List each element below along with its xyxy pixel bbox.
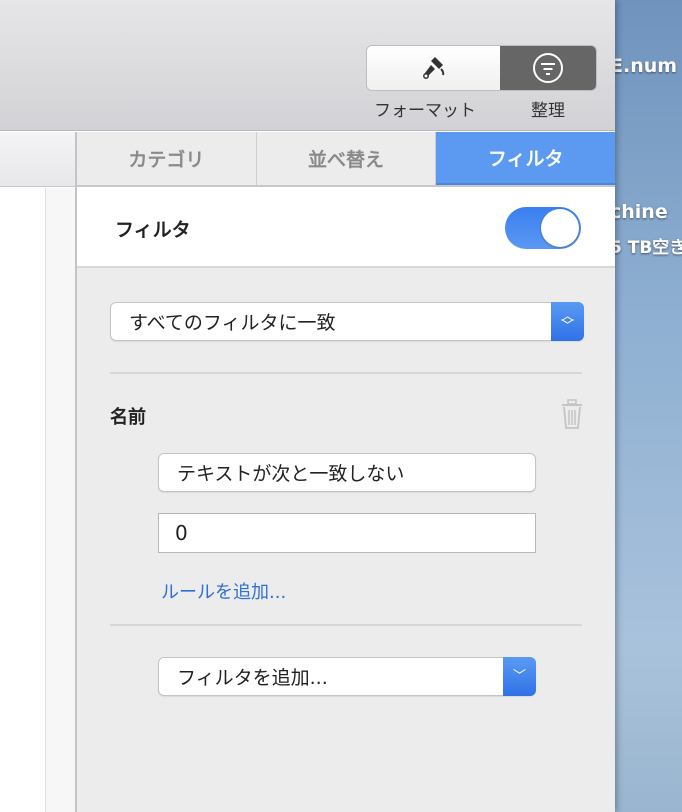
rule-condition-select[interactable]: テキストが次と一致しない: [158, 453, 536, 492]
numbers-window: フォーマット 整理 カテゴリ 並べ替え フィルタ フィルタ すべてのフィルタに一…: [0, 0, 615, 812]
rule-condition-value: テキストが次と一致しない: [177, 463, 405, 485]
add-filter-label: フィルタを追加...: [177, 667, 328, 689]
organize-button[interactable]: [500, 46, 596, 90]
tab-sort[interactable]: 並べ替え: [256, 132, 437, 185]
tab-category[interactable]: カテゴリ: [77, 132, 257, 185]
paintbrush-icon: [422, 57, 444, 79]
toggle-knob: [541, 209, 579, 247]
divider: [110, 624, 582, 626]
chevron-down-icon: ﹀: [503, 657, 536, 696]
format-button[interactable]: [367, 46, 500, 90]
organize-sidebar: カテゴリ 並べ替え フィルタ フィルタ すべてのフィルタに一致 ︿ ﹀ 名前 テキ…: [75, 132, 615, 812]
toolbar: フォーマット 整理: [0, 0, 615, 131]
filter-toggle[interactable]: [505, 207, 581, 249]
filter-header: フィルタ: [77, 187, 615, 268]
inspector-segmented-control: [366, 45, 597, 91]
match-mode-select[interactable]: すべてのフィルタに一致 ︿ ﹀: [110, 302, 584, 341]
format-label: フォーマット: [374, 101, 476, 121]
match-mode-value: すべてのフィルタに一致: [129, 312, 336, 334]
desktop-drive-label[interactable]: chine: [610, 201, 668, 223]
add-rule-link[interactable]: ルールを追加...: [161, 578, 286, 604]
canvas-scroll-edge: [45, 188, 75, 812]
spreadsheet-canvas[interactable]: [0, 132, 75, 812]
add-filter-select[interactable]: フィルタを追加... ﹀: [158, 657, 536, 696]
rule-column-label: 名前: [110, 407, 146, 428]
organize-label: 整理: [531, 101, 565, 121]
rule-value-input[interactable]: 0: [158, 513, 536, 553]
updown-chevron-icon: ︿ ﹀: [551, 302, 584, 341]
trash-icon[interactable]: [559, 398, 585, 430]
organize-tabs: カテゴリ 並べ替え フィルタ: [77, 132, 615, 187]
tab-filter[interactable]: フィルタ: [436, 132, 615, 185]
sheet-tab-bar: [0, 132, 75, 187]
filter-title: フィルタ: [115, 219, 191, 241]
divider: [110, 372, 582, 374]
filter-circle-icon: [533, 53, 563, 83]
desktop-file-label[interactable]: E.num: [610, 55, 677, 77]
desktop-drive-info: 5 TB空き: [610, 238, 682, 258]
